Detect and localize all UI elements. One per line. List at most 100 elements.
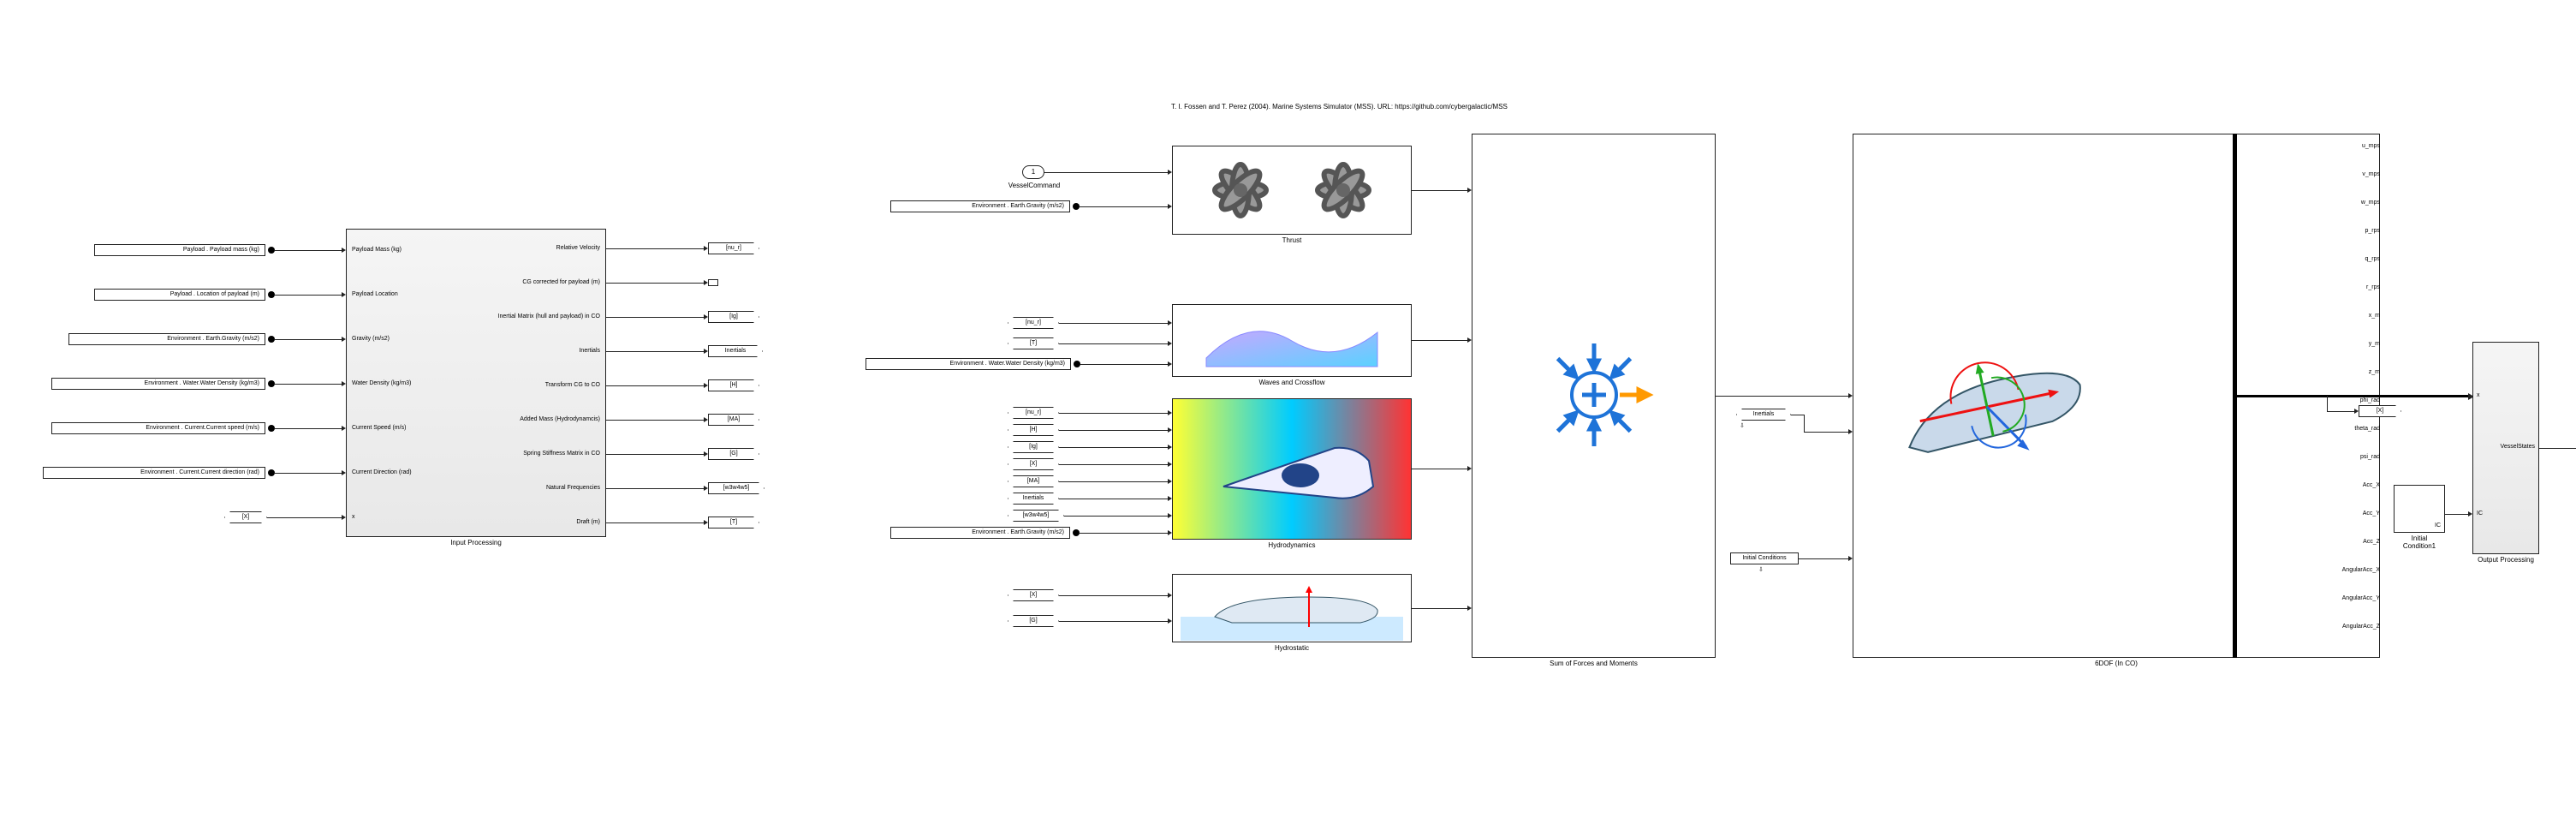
mux-label-phi_rad: phi_rad — [2106, 397, 2380, 403]
hydrodynamics-block[interactable]: Hydrodynamics — [1172, 398, 1412, 540]
ip-in-gravity: Gravity (m/s2) — [352, 336, 390, 342]
ip-out-relvel: Relative Velocity — [556, 245, 600, 251]
dot-icon — [268, 380, 275, 387]
from-X[interactable]: [X] — [224, 511, 267, 523]
cfd-icon — [1173, 399, 1411, 539]
goto-Ig[interactable]: [Ig] — [708, 311, 759, 323]
mux-label-theta_rad: theta_rad — [2106, 426, 2380, 432]
output-processing-block[interactable]: x IC VesselStates Output Processing — [2472, 342, 2539, 554]
mux-label-Acc_Z: Acc_Z — [2106, 539, 2380, 545]
mux-label-psi_rad: psi_rad — [2106, 454, 2380, 460]
mux-label-r_rps: r_rps — [2106, 284, 2380, 290]
goto-MA[interactable]: [MA] — [708, 414, 759, 426]
ip-in-x: x — [352, 514, 355, 520]
op-in-ic: IC — [2477, 511, 2483, 517]
ip-out-transform: Transform CG to CO — [545, 382, 600, 388]
from-Inertials-6dof[interactable]: Inertials — [1736, 409, 1791, 421]
const-water-density[interactable]: Environment . Water.Water Density (kg/m3… — [51, 378, 265, 390]
boat-6dof-icon — [1877, 349, 2100, 469]
thrust-label: Thrust — [1173, 236, 1411, 244]
ic-label: Initial Condition1 — [2395, 534, 2444, 550]
mux-label-x_m: x_m — [2106, 313, 2380, 319]
mux-label-z_m: z_m — [2106, 369, 2380, 375]
goto-nu-r[interactable]: [nu_r] — [708, 242, 759, 254]
dot-icon — [268, 291, 275, 298]
goto-w3w4w5[interactable]: [w3w4w5] — [708, 482, 764, 494]
from-nu-r-hyd[interactable]: [nu_r] — [1008, 407, 1059, 419]
dot-icon — [1074, 361, 1080, 367]
ip-in-payload-mass: Payload Mass (kg) — [352, 247, 402, 253]
mux-label-w_mps: w_mps — [2106, 200, 2380, 206]
sum-circle-icon — [1534, 335, 1654, 457]
goto-H[interactable]: [H] — [708, 379, 759, 391]
dot-icon — [268, 469, 275, 476]
from-nu-r-waves[interactable]: [nu_r] — [1008, 317, 1059, 329]
ic-port: IC — [2435, 522, 2441, 528]
const-payload-mass[interactable]: Payload . Payload mass (kg) — [94, 244, 265, 256]
const-gravity[interactable]: Environment . Earth.Gravity (m/s2) — [68, 333, 265, 345]
from-X-hs[interactable]: [X] — [1008, 589, 1059, 601]
from-Inertials-hyd[interactable]: Inertials — [1008, 493, 1059, 505]
ic-down-icon: ⇩ — [1758, 566, 1764, 573]
const-waterdensity-waves[interactable]: Environment . Water.Water Density (kg/m3… — [866, 358, 1071, 370]
hydrodynamics-label: Hydrodynamics — [1173, 541, 1411, 549]
hydrostatic-label: Hydrostatic — [1173, 644, 1411, 652]
goto-X-out[interactable]: [X] — [2359, 405, 2401, 417]
outport-vesselstates-label: VesselStates — [2570, 457, 2576, 465]
propeller-icon — [1173, 146, 1411, 234]
ip-out-natfreq: Natural Frequencies — [546, 485, 600, 491]
ip-in-wd: Water Density (kg/m3) — [352, 380, 411, 386]
goto-Inertials[interactable]: Inertials — [708, 345, 763, 357]
from-H-hyd[interactable]: [H] — [1008, 424, 1059, 436]
sum-label: Sum of Forces and Moments — [1472, 660, 1715, 667]
const-current-speed[interactable]: Environment . Current.Current speed (m/s… — [51, 422, 265, 434]
from-G-hs[interactable]: [G] — [1008, 615, 1059, 627]
citation-text: T. I. Fossen and T. Perez (2004). Marine… — [1171, 103, 1508, 110]
thrust-block[interactable]: Thrust — [1172, 146, 1412, 235]
from-X-hyd[interactable]: [X] — [1008, 458, 1059, 470]
dot-icon — [1073, 203, 1080, 210]
from-MA-hyd[interactable]: [MA] — [1008, 475, 1059, 487]
from-T-waves[interactable]: [T] — [1008, 337, 1059, 349]
inport-vesselcommand-label: VesselCommand — [1000, 182, 1068, 189]
input-processing-block[interactable]: Payload Mass (kg) Payload Location Gravi… — [346, 229, 606, 537]
bus-line — [2237, 395, 2468, 397]
dot-icon — [268, 336, 275, 343]
const-gravity-hyd[interactable]: Environment . Earth.Gravity (m/s2) — [890, 527, 1070, 539]
const-current-dir[interactable]: Environment . Current.Current direction … — [43, 467, 265, 479]
sum-of-forces-block[interactable]: Sum of Forces and Moments — [1472, 134, 1716, 658]
mux-label-AngularAcc_Z: AngularAcc_Z — [2106, 624, 2380, 630]
mux-label-AngularAcc_Y: AngularAcc_Y — [2106, 595, 2380, 601]
const-gravity-thrust[interactable]: Environment . Earth.Gravity (m/s2) — [890, 200, 1070, 212]
op-out-vs: VesselStates — [2501, 444, 2535, 450]
terminator-cg[interactable] — [708, 279, 718, 286]
mux-label-p_rps: p_rps — [2106, 228, 2380, 234]
mux-label-y_m: y_m — [2106, 341, 2380, 347]
mux-label-u_mps: u_mps — [2106, 143, 2380, 149]
dot-icon — [268, 247, 275, 254]
ip-out-addedmass: Added Mass (Hydrodynamcis) — [520, 416, 600, 422]
inertials-down-icon: ⇩ — [1740, 422, 1745, 429]
ip-out-draft: Draft (m) — [576, 519, 600, 525]
inport-vesselcommand[interactable]: 1 — [1022, 165, 1044, 179]
waves-label: Waves and Crossflow — [1173, 379, 1411, 386]
from-Ig-hyd[interactable]: [Ig] — [1008, 441, 1059, 453]
from-w3w4w5-hyd[interactable]: [w3w4w5] — [1008, 510, 1064, 522]
6dof-label: 6DOF (In CO) — [1853, 660, 2379, 667]
dot-icon — [268, 425, 275, 432]
ip-in-payload-loc: Payload Location — [352, 291, 398, 297]
ip-in-cs: Current Speed (m/s) — [352, 425, 406, 431]
ip-out-inertials: Inertials — [579, 348, 600, 354]
waves-block[interactable]: Waves and Crossflow — [1172, 304, 1412, 377]
initial-condition-block[interactable]: IC Initial Condition1 — [2394, 485, 2445, 533]
mux-label-v_mps: v_mps — [2106, 171, 2380, 177]
const-payload-loc[interactable]: Payload . Location of payload (m) — [94, 289, 265, 301]
surface-plot-icon — [1173, 305, 1411, 376]
hydrostatic-block[interactable]: Hydrostatic — [1172, 574, 1412, 642]
mux-label-AngularAcc_X: AngularAcc_X — [2106, 567, 2380, 573]
const-initial-conditions[interactable]: Initial Conditions — [1730, 552, 1799, 564]
dot-icon — [1073, 529, 1080, 536]
goto-G[interactable]: [G] — [708, 448, 759, 460]
output-processing-label: Output Processing — [2473, 556, 2538, 564]
goto-T[interactable]: [T] — [708, 517, 759, 528]
